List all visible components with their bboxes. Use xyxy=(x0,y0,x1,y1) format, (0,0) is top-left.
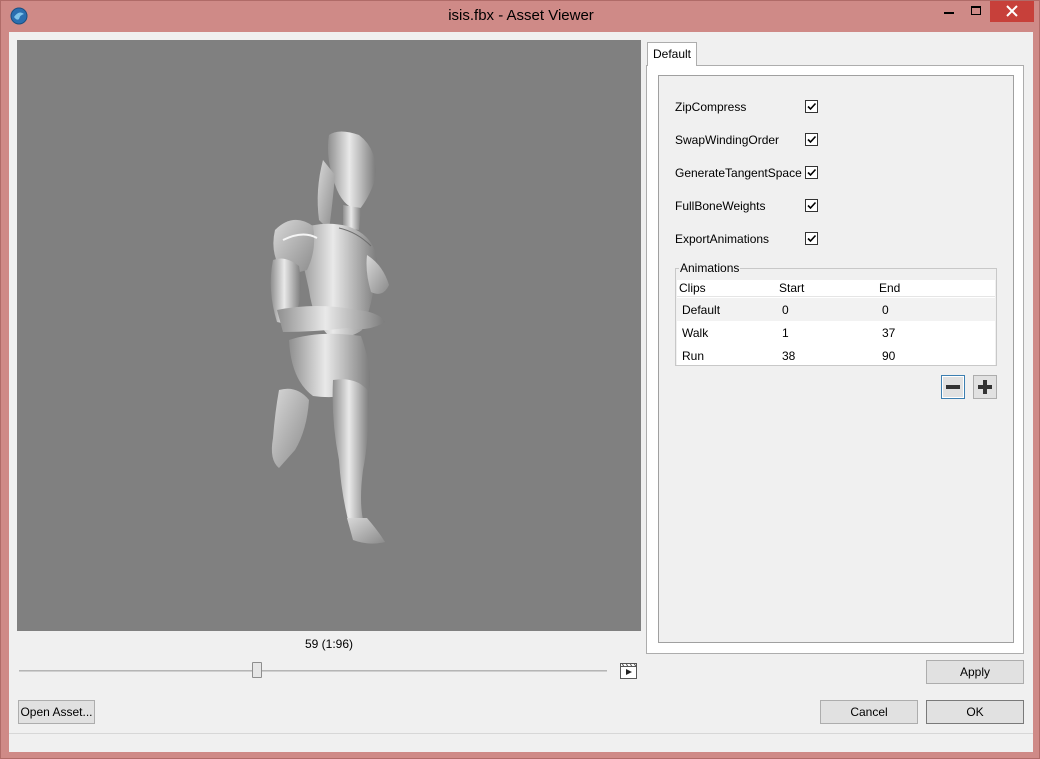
clip-name: Run xyxy=(682,349,705,363)
checkmark-icon xyxy=(807,135,817,144)
close-button[interactable] xyxy=(990,1,1034,22)
character-model xyxy=(270,131,389,544)
clip-name: Default xyxy=(682,303,721,317)
status-bar xyxy=(9,733,1033,752)
column-header-start[interactable]: Start xyxy=(779,281,804,295)
title-bar[interactable]: isis.fbx - Asset Viewer xyxy=(1,1,1040,32)
asset-viewer-window: isis.fbx - Asset Viewer 59 (1:96) Defaul… xyxy=(0,0,1040,759)
checkbox-exportanimations[interactable] xyxy=(805,232,818,245)
checkbox-swapwindingorder[interactable] xyxy=(805,133,818,146)
client-area: 59 (1:96) Default ZipCompress SwapWindin… xyxy=(9,32,1033,752)
play-button[interactable] xyxy=(620,663,637,679)
clip-start: 38 xyxy=(782,349,796,363)
checkmark-icon xyxy=(807,102,817,111)
animations-group-title: Animations xyxy=(679,261,741,275)
clip-name: Walk xyxy=(682,326,709,340)
column-header-clips[interactable]: Clips xyxy=(679,281,706,295)
ok-button[interactable]: OK xyxy=(926,700,1024,724)
maximize-button[interactable] xyxy=(963,1,989,22)
option-label-swapwindingorder: SwapWindingOrder xyxy=(675,133,780,147)
timeline-slider-thumb[interactable] xyxy=(252,662,262,678)
apply-button[interactable]: Apply xyxy=(926,660,1024,684)
clip-start: 0 xyxy=(782,303,789,317)
tab-default[interactable]: Default xyxy=(647,42,697,66)
table-row[interactable]: Walk 1 37 xyxy=(677,321,995,344)
checkmark-icon xyxy=(807,201,817,210)
add-clip-button[interactable] xyxy=(973,375,997,399)
clip-start: 1 xyxy=(782,326,789,340)
clip-end: 90 xyxy=(882,349,896,363)
settings-panel: ZipCompress SwapWindingOrder GenerateTan… xyxy=(658,75,1014,643)
minimize-icon xyxy=(944,12,954,14)
table-row[interactable]: Run 38 90 xyxy=(677,344,995,367)
plus-icon xyxy=(978,380,992,394)
window-title: isis.fbx - Asset Viewer xyxy=(448,7,594,24)
checkmark-icon xyxy=(807,234,817,243)
table-row[interactable]: Default 0 0 xyxy=(677,298,995,321)
option-label-exportanimations: ExportAnimations xyxy=(675,232,770,246)
checkbox-zipcompress[interactable] xyxy=(805,100,818,113)
checkbox-fullboneweights[interactable] xyxy=(805,199,818,212)
minimize-button[interactable] xyxy=(935,1,963,22)
minus-icon xyxy=(946,385,960,389)
play-icon xyxy=(620,663,637,679)
clip-end: 37 xyxy=(882,326,896,340)
tab-pane-default: ZipCompress SwapWindingOrder GenerateTan… xyxy=(646,65,1024,654)
remove-clip-button[interactable] xyxy=(941,375,965,399)
open-asset-button[interactable]: Open Asset... xyxy=(18,700,95,724)
model-viewport[interactable] xyxy=(17,40,641,631)
option-label-fullboneweights: FullBoneWeights xyxy=(675,199,766,213)
frame-counter: 59 (1:96) xyxy=(304,637,354,651)
checkmark-icon xyxy=(807,168,817,177)
column-header-end[interactable]: End xyxy=(879,281,900,295)
clip-end: 0 xyxy=(882,303,889,317)
animations-group: Animations Clips Start End Default 0 0 W… xyxy=(675,261,997,366)
close-icon xyxy=(1006,5,1018,17)
maximize-icon xyxy=(971,6,981,15)
animations-table: Clips Start End Default 0 0 Walk 1 37 Ru… xyxy=(677,280,995,365)
table-header: Clips Start End xyxy=(677,280,995,297)
cancel-button[interactable]: Cancel xyxy=(820,700,918,724)
timeline-slider-track[interactable] xyxy=(19,670,607,672)
checkbox-generatetangentspace[interactable] xyxy=(805,166,818,179)
option-label-zipcompress: ZipCompress xyxy=(675,100,747,114)
option-label-generatetangentspace: GenerateTangentSpace xyxy=(675,166,802,180)
